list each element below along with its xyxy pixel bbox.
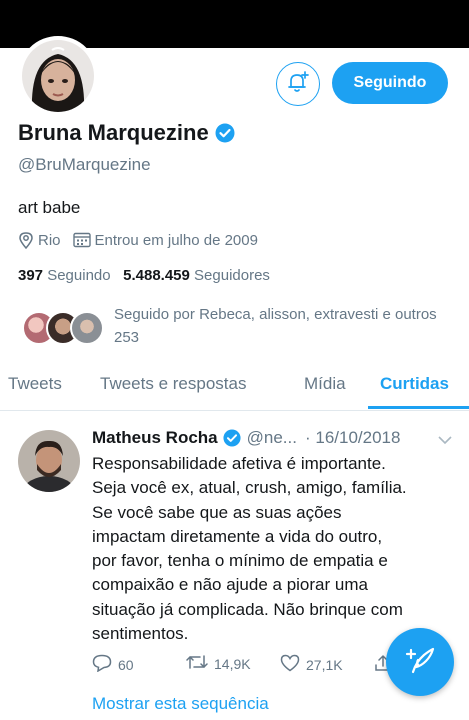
- profile-bio: art babe: [18, 198, 81, 217]
- reply-button[interactable]: 60: [92, 654, 134, 675]
- following-button[interactable]: Seguindo: [332, 62, 448, 104]
- verified-badge-icon: [223, 429, 241, 447]
- retweet-count: 14,9K: [214, 655, 251, 672]
- tweet-text-line: situação já complicada. Não brinque com: [92, 599, 403, 619]
- followers-stat[interactable]: 5.488.459 Seguidores: [123, 267, 270, 284]
- tab-likes[interactable]: Curtidas: [380, 374, 449, 394]
- tweet-header: Matheus Rocha @ne... · 16/10/2018: [92, 428, 400, 448]
- profile-stats: 397 Seguindo 5.488.459 Seguidores: [18, 267, 270, 284]
- following-stat[interactable]: 397 Seguindo: [18, 267, 111, 284]
- bell-plus-icon: [286, 70, 310, 99]
- tweet-date: · 16/10/2018: [304, 428, 401, 447]
- profile-name: Bruna Marquezine: [18, 120, 209, 145]
- profile-handle: @BruMarquezine: [18, 155, 151, 174]
- reply-count: 60: [118, 656, 134, 673]
- show-thread-link[interactable]: Mostrar esta sequência: [92, 694, 269, 714]
- followed-by-row[interactable]: Seguido por Rebeca, alisson, extravesti …: [18, 301, 458, 351]
- reply-icon: [92, 654, 112, 675]
- compose-tweet-icon: [404, 644, 436, 681]
- tab-media[interactable]: Mídia: [304, 374, 346, 394]
- tweet-text-line: Se você sabe que as suas ações: [92, 502, 342, 522]
- followers-label: Seguidores: [194, 267, 270, 284]
- verified-badge-icon: [215, 123, 235, 143]
- tab-tweets-and-replies[interactable]: Tweets e respostas: [100, 374, 246, 394]
- tweet-author-name[interactable]: Matheus Rocha: [92, 428, 218, 448]
- profile-tabs: Tweets Tweets e respostas Mídia Curtidas: [0, 366, 469, 411]
- tweet-text-line: por favor, tenha o mínimo de empatia e: [92, 551, 388, 571]
- tweet-text-line: compaixão e não ajude a piorar uma: [92, 575, 368, 595]
- tweet-author-avatar[interactable]: [18, 430, 80, 492]
- tweet-text: Responsabilidade afetiva é importante. S…: [92, 452, 452, 646]
- active-tab-indicator: [368, 406, 469, 409]
- profile-meta: Rio Entrou em julho de 2009: [18, 231, 258, 249]
- following-label: Seguindo: [47, 267, 111, 284]
- notifications-button[interactable]: [276, 62, 320, 106]
- followers-count: 5.488.459: [123, 267, 190, 284]
- tweet-text-line: Responsabilidade afetiva é importante.: [92, 454, 386, 473]
- tweet-text-line: impactam diretamente a vida do outro,: [92, 526, 383, 546]
- profile-joined: Entrou em julho de 2009: [94, 231, 258, 249]
- retweet-icon: [186, 654, 208, 673]
- profile-name-row: Bruna Marquezine: [18, 120, 235, 146]
- profile-location: Rio: [38, 231, 61, 249]
- followed-by-text: Seguido por Rebeca, alisson, extravesti …: [114, 306, 437, 346]
- follower-avatar: [70, 311, 104, 345]
- profile-avatar[interactable]: [18, 36, 98, 116]
- compose-tweet-button[interactable]: [386, 628, 454, 696]
- tweet-author-handle[interactable]: @ne...: [247, 428, 297, 448]
- tweet-text-line: Seja você ex, atual, crush, amigo, famíl…: [92, 478, 407, 498]
- following-count: 397: [18, 267, 44, 284]
- calendar-icon: [72, 232, 91, 248]
- heart-icon: [280, 654, 300, 675]
- followed-by-avatars: [22, 311, 104, 347]
- like-button[interactable]: 27,1K: [280, 654, 343, 675]
- chevron-down-icon[interactable]: [438, 432, 452, 450]
- retweet-button[interactable]: 14,9K: [186, 654, 251, 673]
- location-pin-icon: [18, 231, 34, 249]
- tab-tweets[interactable]: Tweets: [8, 374, 62, 394]
- like-count: 27,1K: [306, 656, 343, 673]
